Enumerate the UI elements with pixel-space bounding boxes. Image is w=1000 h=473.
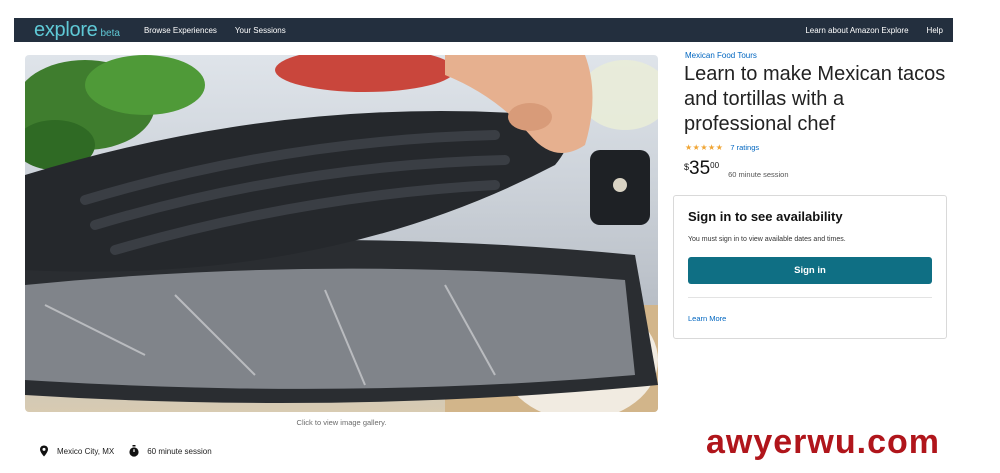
- brand-beta-badge: beta: [100, 28, 120, 39]
- sign-in-button[interactable]: Sign in: [688, 257, 932, 284]
- stopwatch-icon: [129, 445, 139, 457]
- hero-image[interactable]: [25, 55, 658, 412]
- experience-meta: Mexico City, MX 60 minute session: [38, 444, 226, 458]
- card-divider: [688, 297, 932, 298]
- nav-your-sessions[interactable]: Your Sessions: [235, 26, 286, 35]
- brand-logo[interactable]: explore beta: [34, 20, 120, 40]
- brand-name: explore: [34, 19, 98, 41]
- session-meta: 60 minute session: [128, 445, 212, 457]
- star-rating-icon: ★★★★★: [685, 143, 724, 152]
- session-text: 60 minute session: [147, 446, 212, 456]
- top-nav: explore beta Browse Experiences Your Ses…: [14, 18, 953, 42]
- signin-card-subtitle: You must sign in to view available dates…: [688, 236, 846, 243]
- location-text: Mexico City, MX: [57, 446, 115, 456]
- tortilla-press-illustration: [25, 55, 658, 412]
- experience-title: Learn to make Mexican tacos and tortilla…: [684, 63, 946, 135]
- price-session-length: 60 minute session: [728, 170, 789, 179]
- learn-more-link[interactable]: Learn More: [688, 314, 726, 323]
- category-link[interactable]: Mexican Food Tours: [685, 51, 757, 60]
- location-pin-icon: [40, 445, 48, 457]
- nav-learn-about-explore[interactable]: Learn about Amazon Explore: [805, 26, 908, 35]
- signin-card-title: Sign in to see availability: [688, 209, 843, 224]
- nav-right-links: Learn about Amazon Explore Help: [805, 26, 943, 35]
- signin-card: Sign in to see availability You must sig…: [673, 195, 947, 339]
- location-meta: Mexico City, MX: [38, 445, 114, 457]
- nav-browse-experiences[interactable]: Browse Experiences: [144, 26, 217, 35]
- price-whole: 35: [689, 158, 711, 179]
- rating-row: ★★★★★ 7 ratings: [685, 143, 759, 152]
- price-fraction: 00: [710, 161, 720, 170]
- watermark: awyerwu.com: [706, 423, 940, 461]
- price-row: $ 35 00 60 minute session: [684, 158, 789, 180]
- gallery-caption[interactable]: Click to view image gallery.: [25, 418, 658, 427]
- nav-help[interactable]: Help: [927, 26, 943, 35]
- ratings-count-link[interactable]: 7 ratings: [730, 143, 759, 152]
